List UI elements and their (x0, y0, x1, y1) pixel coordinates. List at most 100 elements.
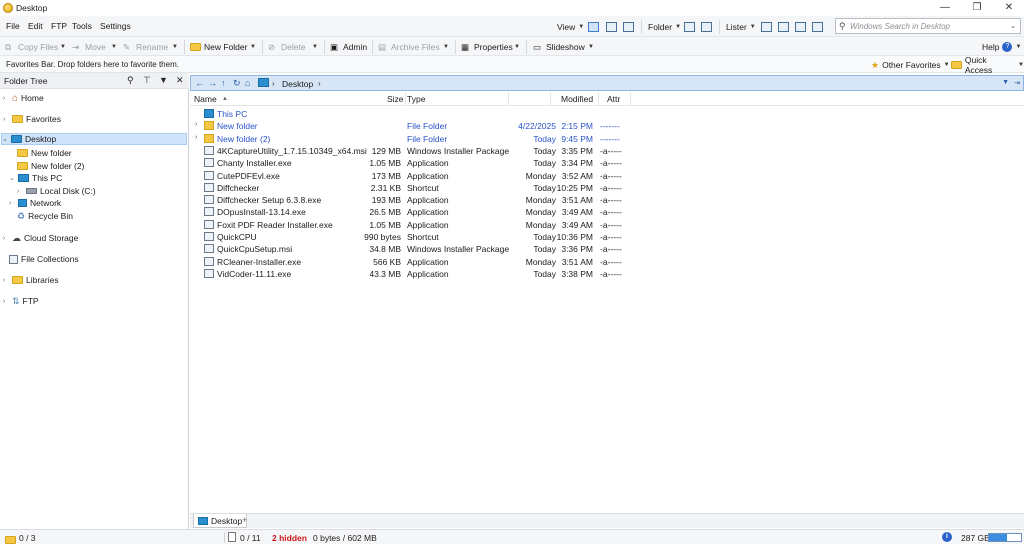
chevron-down-icon[interactable]: ▼ (1002, 79, 1009, 86)
lister-layout1-button[interactable] (761, 20, 772, 34)
table-row[interactable]: 4KCaptureUtility_1.7.15.10349_x64.msi 129… (190, 145, 630, 157)
admin-button[interactable]: ▣ Admin (330, 40, 367, 54)
view-dropdown[interactable]: View ▼ (557, 20, 584, 34)
table-row[interactable]: Diffchecker 2.31 KB Shortcut Today 10:25 PM -… (190, 182, 630, 194)
rename-button[interactable]: ✎ Rename (123, 40, 168, 54)
copy-files-dropdown[interactable]: ▼ (60, 40, 66, 54)
copy-files-button[interactable]: ⧉ Copy Files (5, 40, 58, 54)
delete-button[interactable]: ⊘ Delete (268, 40, 306, 54)
chevron-right-icon[interactable]: › (3, 277, 9, 284)
menu-edit[interactable]: Edit (28, 21, 43, 31)
chevron-right-icon[interactable]: › (3, 235, 9, 242)
chevron-right-icon[interactable]: › (318, 79, 321, 88)
properties-dropdown[interactable]: ▼ (514, 40, 520, 54)
tree-node-local-disk[interactable]: › Local Disk (C:) (17, 185, 96, 197)
help-button[interactable]: Help? ▼ (982, 40, 1021, 54)
tree-node-ftp[interactable]: › ⇅ FTP (3, 295, 39, 307)
menu-tools[interactable]: Tools (72, 21, 92, 31)
table-row[interactable]: Diffchecker Setup 6.3.8.exe 193 MB Applica… (190, 194, 630, 206)
properties-button[interactable]: ▦ Properties (461, 40, 513, 54)
tree-node-desktop[interactable]: ⌄ Desktop (1, 133, 187, 145)
tree-node-libraries[interactable]: › Libraries (3, 274, 59, 286)
chevron-right-icon[interactable]: › (272, 79, 275, 88)
close-button[interactable]: ✕ (994, 1, 1024, 15)
tree-node-network[interactable]: › Network (9, 197, 61, 209)
forward-arrow-icon[interactable]: → (208, 78, 217, 88)
up-arrow-icon[interactable]: ↑ (221, 78, 226, 88)
view-list-button[interactable] (606, 20, 617, 34)
chevron-right-icon[interactable]: › (3, 298, 9, 305)
table-row[interactable]: QuickCPU 990 bytes Shortcut Today 10:36 PM -a… (190, 231, 630, 243)
table-row[interactable]: VidCoder-11.11.exe 43.3 MB Application Toda… (190, 268, 630, 280)
tree-node-recycle-bin[interactable]: ♻ Recycle Bin (17, 210, 73, 222)
column-type[interactable]: Type (407, 94, 425, 104)
column-name[interactable]: Name (194, 94, 217, 104)
tree-node-new-folder-2[interactable]: New folder (2) (17, 160, 84, 172)
tree-node-file-collections[interactable]: File Collections (9, 253, 79, 265)
divider[interactable] (405, 92, 406, 106)
table-row[interactable]: QuickCpuSetup.msi 34.8 MB Windows Installe… (190, 243, 630, 255)
delete-dropdown[interactable]: ▼ (312, 40, 318, 54)
maximize-button[interactable]: ❐ (962, 1, 992, 15)
chevron-right-icon[interactable]: › (195, 134, 197, 141)
chevron-down-icon[interactable]: ▼ (159, 75, 168, 85)
quick-access-button[interactable]: Quick Access ▼ (951, 55, 1024, 75)
new-tab-button[interactable]: + (242, 515, 247, 525)
column-size[interactable]: Size (387, 94, 404, 104)
hidden-count[interactable]: 2 hidden (272, 533, 307, 543)
chevron-right-icon[interactable]: › (3, 95, 9, 102)
folder-option2-button[interactable] (701, 20, 712, 34)
chevron-down-icon[interactable]: ⌄ (1010, 22, 1016, 30)
chevron-down-icon[interactable]: ⌄ (9, 174, 15, 182)
menu-settings[interactable]: Settings (100, 21, 131, 31)
other-favorites-button[interactable]: ★ Other Favorites ▼ (871, 58, 950, 72)
move-dropdown[interactable]: ▼ (111, 40, 117, 54)
breadcrumb[interactable]: Desktop (282, 79, 313, 89)
folder-option-button[interactable] (684, 20, 695, 34)
table-row[interactable]: › New folder File Folder 4/22/2025 2:15 PM --… (190, 120, 630, 132)
back-arrow-icon[interactable]: ← (195, 78, 204, 88)
folder-dropdown[interactable]: Folder ▼ (648, 20, 681, 34)
table-row[interactable]: This PC (190, 108, 630, 120)
minimize-button[interactable]: — (930, 1, 960, 15)
chevron-right-icon[interactable]: › (3, 116, 9, 123)
slideshow-button[interactable]: ▭ Slideshow (533, 40, 585, 54)
tree-node-this-pc[interactable]: ⌄ This PC (9, 172, 62, 184)
view-details-button[interactable] (588, 20, 599, 34)
divider[interactable] (550, 92, 551, 106)
close-icon[interactable]: ✕ (176, 75, 184, 86)
table-row[interactable]: DOpusInstall-13.14.exe 26.5 MB Application… (190, 206, 630, 218)
archive-files-button[interactable]: ▤ Archive Files (378, 40, 440, 54)
table-row[interactable]: RCleaner-Installer.exe 566 KB Application M… (190, 256, 630, 268)
chevron-right-icon[interactable]: › (9, 200, 15, 207)
lister-layout3-button[interactable] (795, 20, 806, 34)
slideshow-dropdown[interactable]: ▼ (588, 40, 594, 54)
tree-node-home[interactable]: › ⌂ Home (3, 92, 44, 104)
divider[interactable] (598, 92, 599, 106)
chevron-down-icon[interactable]: ⌄ (2, 135, 8, 143)
new-folder-dropdown[interactable]: ▼ (250, 40, 256, 54)
lister-layout4-button[interactable] (812, 20, 823, 34)
tab-desktop[interactable]: Desktop (193, 514, 248, 528)
search-input[interactable]: ⚲ Windows Search in Desktop ⌄ (835, 18, 1021, 34)
view-thumbnails-button[interactable] (623, 20, 634, 34)
table-row[interactable]: Foxit PDF Reader Installer.exe 1.05 MB App… (190, 219, 630, 231)
tree-node-cloud-storage[interactable]: › ☁ Cloud Storage (3, 232, 78, 244)
chevron-right-icon[interactable]: › (17, 188, 23, 195)
archive-dropdown[interactable]: ▼ (443, 40, 449, 54)
column-modified[interactable]: Modified (561, 94, 593, 104)
rename-dropdown[interactable]: ▼ (172, 40, 178, 54)
menu-file[interactable]: File (6, 21, 20, 31)
table-row[interactable]: CutePDFEvl.exe 173 MB Application Monday 3:5… (190, 170, 630, 182)
lister-dropdown[interactable]: Lister ▼ (726, 20, 756, 34)
new-folder-button[interactable]: New Folder (190, 40, 247, 54)
lister-layout2-button[interactable] (778, 20, 789, 34)
table-row[interactable]: Chanty Installer.exe 1.05 MB Application To… (190, 157, 630, 169)
home-icon[interactable]: ⌂ (245, 78, 250, 88)
chevron-right-icon[interactable]: › (195, 121, 197, 128)
divider[interactable] (630, 92, 631, 106)
search-icon[interactable]: ⚲ (127, 75, 134, 86)
pin-icon[interactable]: ⊤ (143, 75, 151, 86)
refresh-icon[interactable]: ↻ (233, 78, 241, 89)
move-button[interactable]: ⇥ Move (72, 40, 106, 54)
